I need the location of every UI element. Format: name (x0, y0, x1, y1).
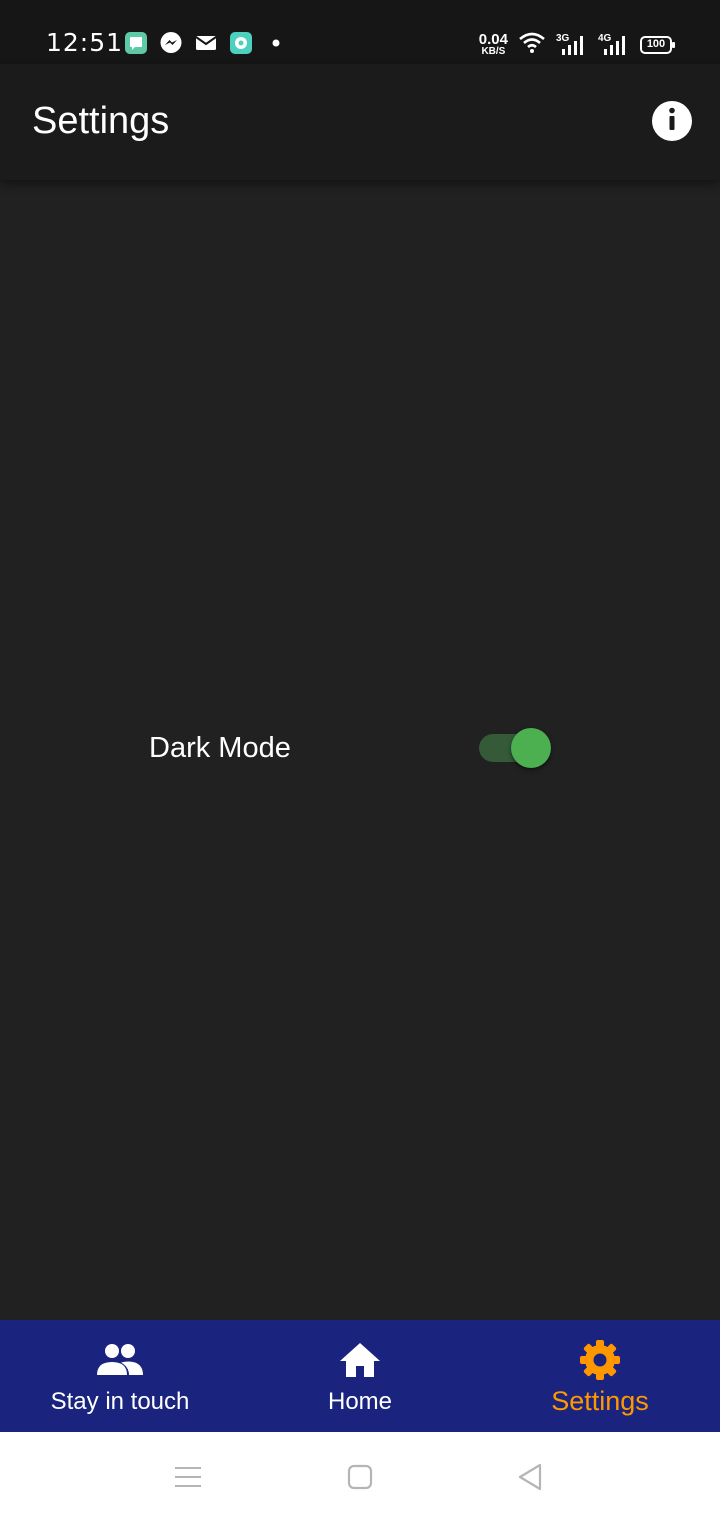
chat-app-icon (124, 31, 148, 55)
page-title: Settings (32, 100, 170, 142)
signal-3g-icon: 3G (556, 33, 588, 57)
app-bar: Settings (0, 64, 720, 180)
dark-mode-label: Dark Mode (149, 731, 291, 764)
people-icon (96, 1340, 144, 1380)
dot-icon (264, 31, 288, 55)
home-square-icon[interactable] (345, 1462, 375, 1492)
app-notification-icon (229, 31, 253, 55)
back-icon[interactable] (515, 1462, 545, 1492)
dark-mode-setting: Dark Mode (149, 720, 559, 776)
menu-icon[interactable] (173, 1462, 203, 1492)
status-time: 12:51 (46, 28, 124, 57)
nav-item-home[interactable]: Home (240, 1320, 480, 1432)
info-button[interactable] (652, 101, 692, 141)
gear-icon (579, 1340, 621, 1380)
nav-label-settings: Settings (551, 1386, 649, 1416)
status-bar: 12:51 0.04 KB/S 3G 4G 100 (0, 0, 720, 64)
nav-item-settings[interactable]: Settings (480, 1320, 720, 1432)
nav-label-stay-in-touch: Stay in touch (50, 1388, 190, 1415)
battery-level: 100 (646, 37, 666, 50)
wifi-icon (518, 30, 546, 59)
notification-icons (124, 31, 288, 55)
mail-icon (194, 31, 218, 55)
network-speed: 0.04 KB/S (479, 32, 508, 57)
nav-item-stay-in-touch[interactable]: Stay in touch (0, 1320, 240, 1432)
status-indicators: 0.04 KB/S 3G 4G 100 (479, 30, 676, 59)
system-navigation-bar (0, 1432, 720, 1520)
network-speed-unit: KB/S (481, 46, 506, 57)
nav-label-home: Home (327, 1388, 393, 1415)
messenger-icon (159, 31, 183, 55)
network-speed-value: 0.04 (478, 31, 508, 48)
info-icon (652, 99, 692, 144)
home-icon (339, 1340, 381, 1380)
bottom-navigation: Stay in touch Home Settings (0, 1320, 720, 1432)
dark-mode-toggle[interactable] (479, 728, 553, 768)
toggle-thumb (511, 728, 551, 768)
settings-content: Dark Mode (0, 180, 720, 1320)
signal-4g-icon: 4G (598, 33, 630, 57)
battery-icon: 100 (640, 35, 676, 55)
